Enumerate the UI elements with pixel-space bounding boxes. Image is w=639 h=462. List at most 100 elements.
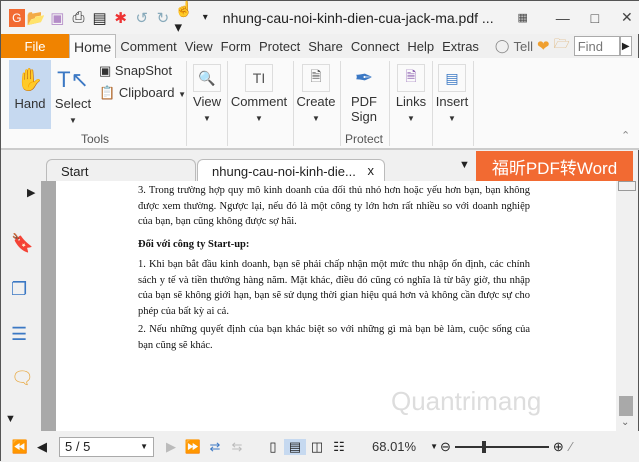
fullscreen-icon[interactable]: ▦ <box>510 11 536 24</box>
comment-button[interactable]: TI Comment ▼ <box>230 58 288 124</box>
tell-me[interactable]: Tell <box>509 34 537 58</box>
maximize-button[interactable]: □ <box>582 10 608 26</box>
pdf-to-word-banner[interactable]: 福昕PDF转Word <box>476 151 633 182</box>
file-menu[interactable]: File <box>1 34 69 58</box>
layers-icon[interactable]: ☰ <box>11 324 27 345</box>
page-number-input[interactable]: 5 / 5 ▼ <box>59 436 154 457</box>
zoom-slider[interactable] <box>454 440 549 453</box>
pages-icon[interactable]: ❐ <box>11 279 27 300</box>
new-icon[interactable]: ✱ <box>111 7 130 29</box>
sidebar-splitter[interactable] <box>41 181 56 431</box>
paragraph: 3. Trong trường hợp quy mô kinh doanh củ… <box>138 185 530 227</box>
tab-start[interactable]: Start <box>46 159 196 181</box>
camera-icon: ▣ <box>99 63 112 78</box>
first-page-icon[interactable]: ⏪ <box>9 439 31 455</box>
navigation-sidebar: ▶ 🔖 ❐ ☰ 🗨 ▼ <box>1 181 41 431</box>
hand-label: Hand <box>14 96 46 111</box>
ribbon-tabs: File Home Comment View Form Protect Shar… <box>1 34 639 58</box>
clipboard-icon: 📋 <box>99 85 116 100</box>
comment-label: Comment <box>230 94 288 109</box>
insert-button[interactable]: ▤ Insert ▼ <box>434 58 470 124</box>
facing-page-icon[interactable]: ◫ <box>306 439 328 455</box>
select-label: Select <box>54 96 92 111</box>
snapshot-label: SnapShot <box>114 63 173 78</box>
collapse-ribbon-icon[interactable]: ⌃ <box>621 129 630 142</box>
previous-view-icon[interactable]: ⇄ <box>204 439 226 455</box>
continuous-facing-icon[interactable]: ☷ <box>328 439 350 455</box>
zoom-dropdown-icon[interactable]: ▼ <box>430 442 438 451</box>
create-label: Create <box>296 94 336 109</box>
create-button[interactable]: 🗎 Create ▼ <box>296 58 336 124</box>
zoom-slider-thumb[interactable] <box>481 440 486 453</box>
create-page-icon: 🗎 <box>302 64 330 92</box>
pen-icon: ✒ <box>354 65 374 90</box>
last-page-icon[interactable]: ⏩ <box>182 439 204 455</box>
scroll-down-icon[interactable]: ▼ <box>5 413 16 425</box>
tab-share[interactable]: Share <box>304 34 347 58</box>
vertical-scrollbar[interactable]: ⌄ <box>616 181 638 431</box>
zoom-out-icon[interactable]: ⊖ <box>440 439 451 455</box>
clipboard-button[interactable]: 📋 Clipboard ▼ <box>99 85 186 101</box>
hand-button[interactable]: ✋ Hand <box>9 60 51 129</box>
film-icon: ▤ <box>438 64 466 92</box>
links-button[interactable]: 🗎 Links ▼ <box>393 58 429 124</box>
scroll-thumb[interactable] <box>619 396 633 416</box>
next-page-icon[interactable]: ▶ <box>160 439 182 455</box>
tab-list-dropdown-icon[interactable]: ▼ <box>459 159 470 171</box>
continuous-page-icon[interactable]: ▤ <box>284 438 306 455</box>
tab-document-label: nhung-cau-noi-kinh-die... <box>212 164 356 179</box>
page-number: 5 / 5 <box>65 439 91 454</box>
snapshot-button[interactable]: ▣ SnapShot <box>99 63 172 79</box>
comments-icon[interactable]: 🗨 <box>11 368 34 389</box>
find-folder-icon[interactable]: 🗁 <box>554 35 570 57</box>
select-button[interactable]: T↖ Select ▼ <box>53 64 93 126</box>
tab-connect[interactable]: Connect <box>347 34 403 58</box>
close-tab-icon[interactable]: x <box>368 163 375 178</box>
zoom-level[interactable]: 68.01% <box>372 439 416 454</box>
next-view-icon[interactable]: ⇆ <box>226 439 248 455</box>
links-label: Links <box>395 94 427 109</box>
save-icon[interactable]: ▣ <box>48 7 67 29</box>
paragraph: 1. Khi bạn bắt đầu kinh doanh, bạn sẽ ph… <box>138 259 530 317</box>
protect-group-label: Protect <box>345 132 384 146</box>
print-icon[interactable]: ⎙ <box>69 7 88 29</box>
scroll-up-button[interactable] <box>618 181 636 191</box>
sign-label: Sign <box>350 109 378 124</box>
zoom-in-icon[interactable]: ⊕ <box>553 439 564 455</box>
open-icon[interactable]: 📂 <box>27 7 46 29</box>
resize-grip-icon[interactable]: ∕ <box>570 439 572 454</box>
redo-icon[interactable]: ↻ <box>153 7 172 29</box>
bookmarks-icon[interactable]: 🔖 <box>11 233 33 254</box>
tab-form[interactable]: Form <box>217 34 255 58</box>
tab-help[interactable]: Help <box>403 34 438 58</box>
clipboard-label: Clipboard <box>118 85 175 100</box>
close-button[interactable]: ✕ <box>614 9 639 26</box>
find-input[interactable]: Find <box>573 36 620 56</box>
tab-view[interactable]: View <box>181 34 217 58</box>
watermark: Quantrimang <box>391 386 542 416</box>
hand-tool-quick-icon[interactable]: ☝▾ <box>175 1 194 36</box>
bookmark-page-icon: 🗎 <box>397 64 425 92</box>
scroll-down-button[interactable]: ⌄ <box>621 417 629 428</box>
typewriter-icon: TI <box>245 64 273 92</box>
undo-icon[interactable]: ↺ <box>132 7 151 29</box>
select-text-icon: T↖ <box>57 67 89 92</box>
find-next-icon[interactable]: ▶ <box>619 36 632 56</box>
pdf-sign-button[interactable]: ✒ PDF Sign <box>344 58 384 124</box>
pdf-label: PDF <box>351 94 377 109</box>
single-page-icon[interactable]: ▯ <box>262 439 284 455</box>
tab-extras[interactable]: Extras <box>438 34 483 58</box>
expand-panel-icon[interactable]: ▶ <box>27 186 35 199</box>
heart-icon[interactable]: ❤ <box>537 37 550 55</box>
hand-icon: ✋ <box>16 67 44 92</box>
minimize-button[interactable]: — <box>550 10 576 26</box>
customize-icon[interactable]: ▾ <box>196 7 215 29</box>
previous-page-icon[interactable]: ◀ <box>31 439 53 455</box>
properties-icon[interactable]: ▤ <box>90 7 109 29</box>
tab-protect[interactable]: Protect <box>255 34 304 58</box>
zoom-icon: 🔍 <box>193 64 221 92</box>
tab-home[interactable]: Home <box>69 34 117 58</box>
view-button[interactable]: 🔍 View ▼ <box>191 58 223 124</box>
tab-comment[interactable]: Comment <box>116 34 180 58</box>
tab-document[interactable]: nhung-cau-noi-kinh-die... x <box>197 159 385 182</box>
